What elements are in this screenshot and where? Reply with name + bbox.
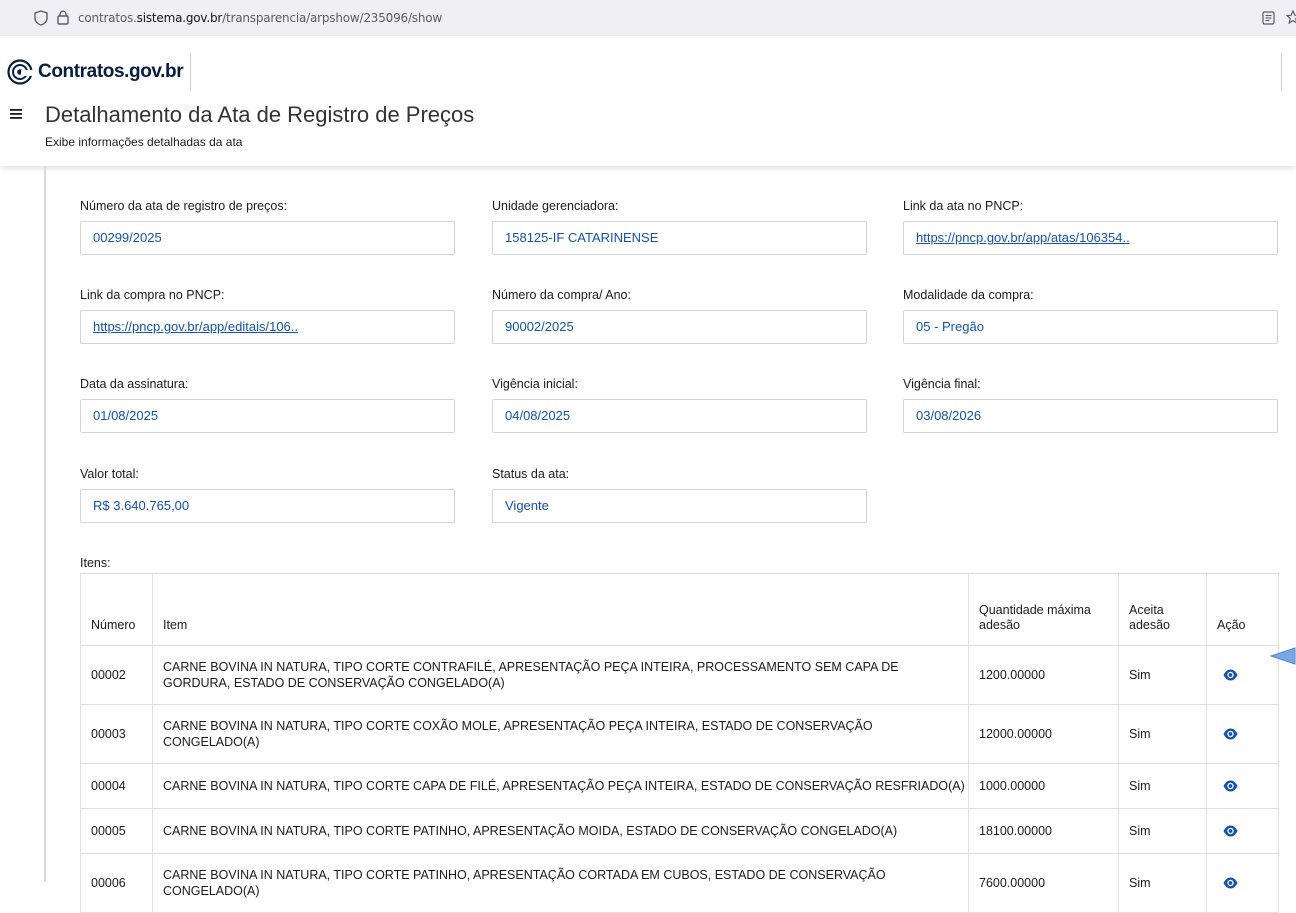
cell-acao: [1206, 808, 1279, 854]
cell-numero: 00003: [80, 704, 153, 764]
status-ata-label: Status da ata:: [492, 467, 570, 481]
pointer-arrow-icon: [1270, 647, 1296, 665]
cell-acao: [1206, 704, 1279, 764]
cell-item: CARNE BOVINA IN NATURA, TIPO CORTE PATIN…: [152, 808, 969, 854]
bookmark-star-icon[interactable]: [1286, 10, 1296, 25]
table-row: 00004 CARNE BOVINA IN NATURA, TIPO CORTE…: [80, 763, 1279, 809]
lock-icon[interactable]: [57, 10, 69, 25]
vigencia-inicial-field: Vigência inicial: 04/08/2025: [492, 376, 867, 433]
cell-numero: 00004: [80, 763, 153, 809]
unidade-gerenciadora-value: 158125-IF CATARINENSE: [492, 221, 867, 255]
cell-aceita: Sim: [1118, 645, 1207, 705]
table-row: 00003 CARNE BOVINA IN NATURA, TIPO CORTE…: [80, 704, 1279, 764]
link-ata-field: Link da ata no PNCP: https://pncp.gov.br…: [903, 198, 1278, 255]
cell-acao: [1206, 645, 1279, 705]
app-header: Contratos.gov.br Detalhamento da Ata de …: [0, 36, 1296, 166]
link-compra-field: Link da compra no PNCP: https://pncp.gov…: [80, 287, 455, 344]
modalidade-label: Modalidade da compra:: [903, 288, 1034, 302]
vigencia-inicial-value: 04/08/2025: [492, 399, 867, 433]
link-ata-box: https://pncp.gov.br/app/atas/106354..: [903, 221, 1278, 255]
vigencia-final-field: Vigência final: 03/08/2026: [903, 376, 1278, 433]
cell-numero: 00005: [80, 808, 153, 854]
cell-acao: [1206, 853, 1279, 913]
reader-mode-icon[interactable]: [1262, 11, 1275, 25]
url-domain: sistema.gov.br: [136, 11, 223, 25]
link-compra-box: https://pncp.gov.br/app/editais/106..: [80, 310, 455, 344]
cell-quantidade: 1000.00000: [968, 763, 1119, 809]
cell-aceita: Sim: [1118, 704, 1207, 764]
items-table: Número Item Quantidade máxima adesão Ace…: [80, 573, 1279, 913]
cell-item: CARNE BOVINA IN NATURA, TIPO CORTE PATIN…: [152, 853, 969, 913]
column-header-aceita: Aceita adesão: [1118, 573, 1207, 646]
cell-numero: 00006: [80, 853, 153, 913]
cell-aceita: Sim: [1118, 763, 1207, 809]
numero-compra-value: 90002/2025: [492, 310, 867, 344]
column-header-acao: Ação: [1206, 573, 1279, 646]
valor-total-field: Valor total: R$ 3.640.765,00: [80, 466, 455, 523]
brand-name: Contratos.gov.br: [38, 61, 184, 82]
cell-quantidade: 12000.00000: [968, 704, 1119, 764]
cell-aceita: Sim: [1118, 808, 1207, 854]
cell-numero: 00002: [80, 645, 153, 705]
eye-icon[interactable]: [1223, 669, 1238, 681]
eye-icon[interactable]: [1223, 780, 1238, 792]
valor-total-value: R$ 3.640.765,00: [80, 489, 455, 523]
cell-acao: [1206, 763, 1279, 809]
vigencia-inicial-label: Vigência inicial:: [492, 377, 578, 391]
cell-item: CARNE BOVINA IN NATURA, TIPO CORTE CAPA …: [152, 763, 969, 809]
column-header-numero: Número: [80, 573, 153, 646]
url-path: /transparencia/arpshow/235096/show: [222, 11, 443, 25]
vigencia-final-value: 03/08/2026: [903, 399, 1278, 433]
eye-icon[interactable]: [1223, 728, 1238, 740]
url-prefix: contratos.: [78, 11, 137, 25]
status-ata-field: Status da ata: Vigente: [492, 466, 867, 523]
modalidade-value: 05 - Pregão: [903, 310, 1278, 344]
link-compra-pncp[interactable]: https://pncp.gov.br/app/editais/106..: [93, 319, 298, 334]
eye-icon[interactable]: [1223, 877, 1238, 889]
page-subtitle: Exibe informações detalhadas da ata: [45, 135, 243, 149]
numero-ata-field: Número da ata de registro de preços: 002…: [80, 198, 455, 255]
cell-quantidade: 1200.00000: [968, 645, 1119, 705]
table-row: 00006 CARNE BOVINA IN NATURA, TIPO CORTE…: [80, 853, 1279, 913]
items-label: Itens:: [80, 556, 111, 570]
data-assinatura-label: Data da assinatura:: [80, 377, 189, 391]
numero-compra-label: Número da compra/ Ano:: [492, 288, 631, 302]
unidade-gerenciadora-label: Unidade gerenciadora:: [492, 199, 619, 213]
vigencia-final-label: Vigência final:: [903, 377, 981, 391]
modalidade-field: Modalidade da compra: 05 - Pregão: [903, 287, 1278, 344]
header-divider: [190, 54, 191, 90]
table-header-row: Número Item Quantidade máxima adesão Ace…: [80, 573, 1279, 646]
cell-quantidade: 18100.00000: [968, 808, 1119, 854]
numero-ata-value: 00299/2025: [80, 221, 455, 255]
eye-icon[interactable]: [1223, 825, 1238, 837]
brand-logo[interactable]: Contratos.gov.br: [7, 57, 184, 87]
numero-ata-label: Número da ata de registro de preços:: [80, 199, 288, 213]
table-row: 00005 CARNE BOVINA IN NATURA, TIPO CORTE…: [80, 808, 1279, 854]
header-divider-right: [1281, 54, 1282, 90]
page-title: Detalhamento da Ata de Registro de Preço…: [45, 102, 475, 127]
cell-item: CARNE BOVINA IN NATURA, TIPO CORTE COXÃO…: [152, 704, 969, 764]
data-assinatura-field: Data da assinatura: 01/08/2025: [80, 376, 455, 433]
url-text[interactable]: contratos.sistema.gov.br/transparencia/a…: [78, 11, 442, 25]
cell-item: CARNE BOVINA IN NATURA, TIPO CORTE CONTR…: [152, 645, 969, 705]
column-header-quantidade: Quantidade máxima adesão: [968, 573, 1119, 646]
valor-total-label: Valor total:: [80, 467, 139, 481]
link-ata-pncp[interactable]: https://pncp.gov.br/app/atas/106354..: [916, 230, 1130, 245]
numero-compra-field: Número da compra/ Ano: 90002/2025: [492, 287, 867, 344]
unidade-gerenciadora-field: Unidade gerenciadora: 158125-IF CATARINE…: [492, 198, 867, 255]
browser-address-bar[interactable]: contratos.sistema.gov.br/transparencia/a…: [0, 0, 1296, 36]
hamburger-menu-icon[interactable]: [10, 109, 22, 119]
column-header-item: Item: [152, 573, 969, 646]
status-ata-value: Vigente: [492, 489, 867, 523]
data-assinatura-value: 01/08/2025: [80, 399, 455, 433]
content-left-border: [44, 166, 46, 882]
contratos-logo-icon: [7, 59, 33, 85]
link-compra-label: Link da compra no PNCP:: [80, 288, 225, 302]
cell-quantidade: 7600.00000: [968, 853, 1119, 913]
link-ata-label: Link da ata no PNCP:: [903, 199, 1024, 213]
table-row: 00002 CARNE BOVINA IN NATURA, TIPO CORTE…: [80, 645, 1279, 705]
shield-icon[interactable]: [34, 10, 48, 26]
cell-aceita: Sim: [1118, 853, 1207, 913]
